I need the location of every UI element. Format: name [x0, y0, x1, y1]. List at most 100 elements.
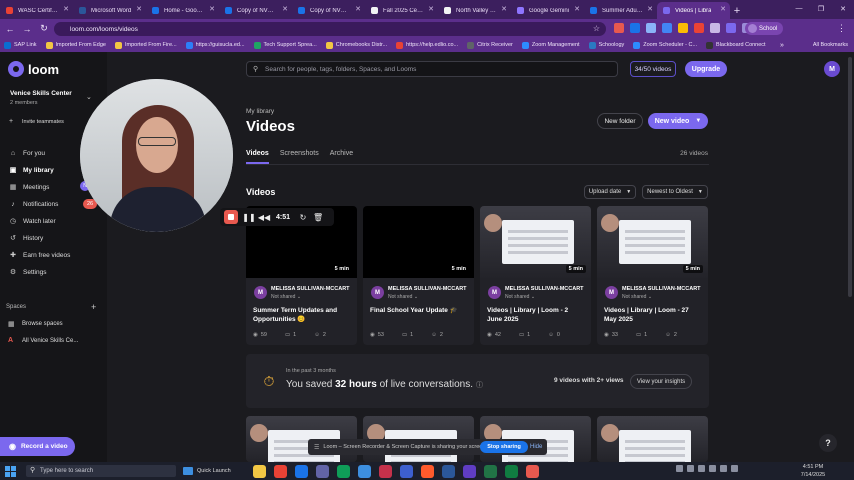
stop-recording-button[interactable]: [224, 210, 238, 224]
close-tab-icon[interactable]: ✕: [355, 5, 361, 13]
taskbar-app-icon[interactable]: [484, 465, 497, 478]
search-input[interactable]: ⚲ Search for people, tags, folders, Spac…: [246, 61, 618, 77]
taskbar-app-icon[interactable]: [379, 465, 392, 478]
taskbar-app-icon[interactable]: [295, 465, 308, 478]
tray-icon[interactable]: [698, 465, 705, 472]
bookmark-item[interactable]: Zoom Scheduler - C...: [633, 41, 697, 49]
help-button[interactable]: ?: [819, 434, 837, 452]
upgrade-button[interactable]: Upgrade: [685, 61, 727, 77]
share-status[interactable]: Not shared ⌄: [622, 294, 652, 300]
bookmark-item[interactable]: Schoology: [588, 41, 624, 49]
extension-icon[interactable]: [662, 23, 672, 33]
new-video-button[interactable]: New video ▼: [648, 113, 708, 129]
browser-tab[interactable]: Copy of NVOC W ✕: [292, 2, 365, 19]
close-tab-icon[interactable]: ✕: [282, 5, 288, 13]
quick-launch[interactable]: Quick Launch: [183, 465, 231, 477]
video-title[interactable]: Videos | Library | Loom - 27 May 2025: [604, 306, 702, 324]
video-card[interactable]: [597, 416, 708, 462]
taskbar-app-icon[interactable]: [337, 465, 350, 478]
video-thumbnail[interactable]: 5 min: [363, 206, 474, 278]
browser-tab[interactable]: WASC Certificate ✕: [0, 2, 73, 19]
taskbar-app-icon[interactable]: [253, 465, 266, 478]
bookmark-item[interactable]: Blackboard Connect: [706, 41, 766, 49]
browser-tab[interactable]: Home - Google D ✕: [146, 2, 219, 19]
browser-tab[interactable]: Fall 2025 Certific ✕: [365, 2, 438, 19]
video-thumbnail[interactable]: [597, 416, 708, 462]
extension-icon[interactable]: [646, 23, 656, 33]
browser-tab[interactable]: Copy of NVOC W ✕: [219, 2, 292, 19]
bookmark-item[interactable]: https://help.edlio.co...: [396, 41, 458, 49]
taskbar-app-icon[interactable]: [526, 465, 539, 478]
extension-icon[interactable]: [614, 23, 624, 33]
share-status[interactable]: Not shared ⌄: [505, 294, 535, 300]
profile-button[interactable]: School: [745, 22, 784, 35]
tab-screenshots[interactable]: Screenshots: [280, 150, 319, 164]
close-tab-icon[interactable]: ✕: [647, 5, 653, 13]
webcam-bubble[interactable]: [80, 79, 233, 232]
forward-icon[interactable]: →: [20, 22, 34, 36]
taskbar-clock[interactable]: 4:51 PM 7/14/2025: [788, 463, 838, 479]
taskbar-app-icon[interactable]: [358, 465, 371, 478]
taskbar-app-icon[interactable]: [463, 465, 476, 478]
close-tab-icon[interactable]: ✕: [428, 5, 434, 13]
browser-tab[interactable]: Microsoft Word ✕: [73, 2, 146, 19]
hide-notice-button[interactable]: Hide: [530, 441, 542, 453]
video-thumbnail[interactable]: 5 min: [480, 206, 591, 278]
close-tab-icon[interactable]: ✕: [720, 5, 726, 13]
wifi-icon[interactable]: [720, 465, 727, 472]
bookmark-star-icon[interactable]: ☆: [593, 24, 600, 33]
workspace-name[interactable]: Venice Skills Center: [10, 90, 72, 97]
rewind-icon[interactable]: ◀◀: [257, 210, 271, 224]
browser-tab[interactable]: Google Gemini ✕: [511, 2, 584, 19]
sidebar-item-settings[interactable]: ⚙ Settings: [0, 265, 107, 279]
user-avatar[interactable]: M: [824, 61, 840, 77]
taskbar-app-icon[interactable]: [505, 465, 518, 478]
space-item[interactable]: A All Venice Skills Ce...: [8, 337, 78, 344]
video-card[interactable]: 5 min M MELISSA SULLIVAN-MCCART Not shared …: [480, 206, 591, 345]
breadcrumb[interactable]: My library: [246, 108, 274, 115]
bookmark-item[interactable]: Chromebooks Distr...: [325, 41, 387, 49]
tab-videos[interactable]: Videos: [246, 150, 269, 164]
sort-order-dropdown[interactable]: Newest to Oldest ▼: [642, 185, 708, 199]
video-title[interactable]: Summer Term Updates and Opportunities 😊: [253, 306, 351, 324]
video-title[interactable]: Final School Year Update 🎓: [370, 306, 468, 315]
new-tab-button[interactable]: +: [730, 2, 744, 19]
all-bookmarks-button[interactable]: All Bookmarks: [813, 38, 848, 52]
video-title[interactable]: Videos | Library | Loom - 2 June 2025: [487, 306, 585, 324]
bookmark-item[interactable]: Imported From Fire...: [114, 41, 177, 49]
close-tab-icon[interactable]: ✕: [501, 5, 507, 13]
page-scrollbar[interactable]: [848, 57, 852, 297]
browser-tab-active[interactable]: Videos | Libra ✕: [657, 2, 730, 19]
reload-icon[interactable]: ↻: [37, 22, 51, 36]
close-tab-icon[interactable]: ✕: [63, 5, 69, 13]
video-quota-badge[interactable]: 34/50 videos: [630, 61, 676, 77]
taskbar-app-icon[interactable]: [316, 465, 329, 478]
sidebar-item-history[interactable]: ↺ History: [0, 231, 107, 245]
share-status[interactable]: Not shared ⌄: [271, 294, 301, 300]
browser-tab[interactable]: North Valley Occ ✕: [438, 2, 511, 19]
tray-icon[interactable]: [676, 465, 683, 472]
maximize-icon[interactable]: ❐: [810, 0, 832, 17]
view-insights-button[interactable]: View your insights: [630, 374, 692, 389]
invite-teammates-button[interactable]: + Invite teammates: [9, 118, 64, 126]
extension-icon[interactable]: [726, 23, 736, 33]
bookmark-item[interactable]: Imported From Edge: [45, 41, 106, 49]
close-tab-icon[interactable]: ✕: [574, 5, 580, 13]
taskbar-app-icon[interactable]: [442, 465, 455, 478]
sort-upload-date-dropdown[interactable]: Upload date ▼: [584, 185, 636, 199]
minimize-icon[interactable]: —: [788, 0, 810, 17]
bookmarks-overflow-icon[interactable]: »: [780, 38, 784, 52]
video-thumbnail[interactable]: 5 min: [597, 206, 708, 278]
bookmark-item[interactable]: SAP Link: [4, 41, 37, 49]
video-card[interactable]: 5 min M MELISSA SULLIVAN-MCCART Not shared …: [597, 206, 708, 345]
restart-icon[interactable]: ↻: [296, 210, 310, 224]
back-icon[interactable]: ←: [3, 22, 17, 36]
browser-tab[interactable]: Summer Adult S ✕: [584, 2, 657, 19]
extension-icon[interactable]: [694, 23, 704, 33]
close-tab-icon[interactable]: ✕: [136, 5, 142, 13]
trash-icon[interactable]: 🗑: [311, 210, 325, 224]
taskbar-app-icon[interactable]: [400, 465, 413, 478]
taskbar-app-icon[interactable]: [421, 465, 434, 478]
volume-icon[interactable]: [731, 465, 738, 472]
bookmark-item[interactable]: Zoom Management: [521, 41, 580, 49]
